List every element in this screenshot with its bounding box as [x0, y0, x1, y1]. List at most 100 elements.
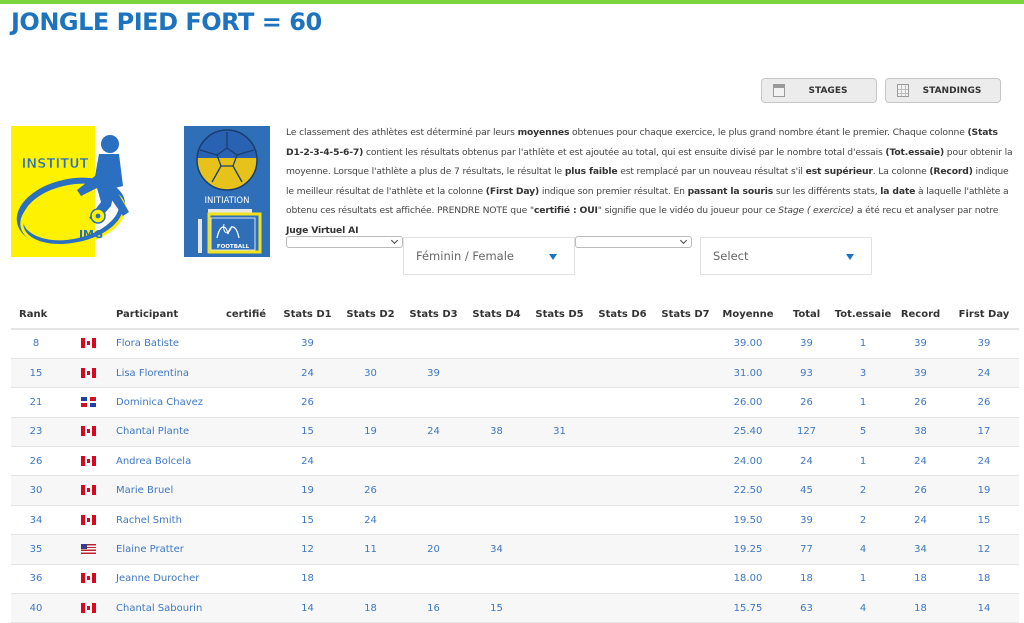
rank-cell[interactable]: 36 — [11, 564, 61, 595]
rank-cell[interactable]: 21 — [11, 387, 61, 418]
total-cell[interactable]: 127 — [779, 417, 834, 448]
stat-d3-cell[interactable]: 20 — [402, 534, 465, 565]
stat-d2-cell[interactable]: 11 — [339, 534, 402, 565]
tot-essaie-cell[interactable]: 4 — [834, 593, 892, 623]
stat-d4-cell[interactable]: 15 — [465, 593, 528, 623]
col-stats-d6[interactable]: Stats D6 — [591, 301, 654, 330]
col-total[interactable]: Total — [779, 301, 834, 330]
stat-d2-cell[interactable]: 19 — [339, 417, 402, 448]
participant-link[interactable]: Chantal Plante — [116, 417, 216, 448]
stat-d1-cell[interactable]: 24 — [276, 358, 339, 389]
col-stats-d5[interactable]: Stats D5 — [528, 301, 591, 330]
stat-d3-cell[interactable]: 16 — [402, 593, 465, 623]
stat-d1-cell[interactable]: 15 — [276, 417, 339, 448]
total-cell[interactable]: 39 — [779, 505, 834, 536]
total-cell[interactable]: 24 — [779, 446, 834, 477]
first-day-cell[interactable]: 17 — [949, 417, 1019, 448]
first-day-cell[interactable]: 18 — [949, 564, 1019, 595]
gender-select[interactable]: Féminin / Female — [403, 237, 575, 275]
stat-d1-cell[interactable]: 24 — [276, 446, 339, 477]
first-day-cell[interactable]: 14 — [949, 593, 1019, 623]
record-cell[interactable]: 26 — [892, 475, 949, 506]
record-cell[interactable]: 24 — [892, 505, 949, 536]
stat-d2-cell[interactable]: 18 — [339, 593, 402, 623]
tot-essaie-cell[interactable]: 1 — [834, 329, 892, 359]
col-stats-d4[interactable]: Stats D4 — [465, 301, 528, 330]
total-cell[interactable]: 93 — [779, 358, 834, 389]
stat-d1-cell[interactable]: 19 — [276, 475, 339, 506]
total-cell[interactable]: 26 — [779, 387, 834, 418]
stat-d1-cell[interactable]: 26 — [276, 387, 339, 418]
moyenne-cell[interactable]: 15.75 — [717, 593, 779, 623]
participant-link[interactable]: Flora Batiste — [116, 329, 216, 359]
standings-button[interactable]: STANDINGS — [885, 78, 1001, 103]
first-day-cell[interactable]: 26 — [949, 387, 1019, 418]
tot-essaie-cell[interactable]: 2 — [834, 475, 892, 506]
first-day-cell[interactable]: 12 — [949, 534, 1019, 565]
first-day-cell[interactable]: 24 — [949, 446, 1019, 477]
stat-d1-cell[interactable]: 15 — [276, 505, 339, 536]
stat-d3-cell[interactable]: 39 — [402, 358, 465, 389]
total-cell[interactable]: 45 — [779, 475, 834, 506]
rank-cell[interactable]: 26 — [11, 446, 61, 477]
moyenne-cell[interactable]: 19.50 — [717, 505, 779, 536]
record-cell[interactable]: 18 — [892, 564, 949, 595]
rank-cell[interactable]: 35 — [11, 534, 61, 565]
record-cell[interactable]: 34 — [892, 534, 949, 565]
participant-link[interactable]: Elaine Pratter — [116, 534, 216, 565]
moyenne-cell[interactable]: 24.00 — [717, 446, 779, 477]
rank-cell[interactable]: 8 — [11, 329, 61, 359]
stat-d3-cell[interactable]: 24 — [402, 417, 465, 448]
stat-d1-cell[interactable]: 12 — [276, 534, 339, 565]
rank-cell[interactable]: 40 — [11, 593, 61, 623]
tot-essaie-cell[interactable]: 3 — [834, 358, 892, 389]
moyenne-cell[interactable]: 18.00 — [717, 564, 779, 595]
col-first-day[interactable]: First Day — [949, 301, 1019, 330]
moyenne-cell[interactable]: 19.25 — [717, 534, 779, 565]
moyenne-cell[interactable]: 39.00 — [717, 329, 779, 359]
tot-essaie-cell[interactable]: 4 — [834, 534, 892, 565]
participant-link[interactable]: Chantal Sabourin — [116, 593, 216, 623]
col-participant[interactable]: Participant — [116, 301, 216, 330]
total-cell[interactable]: 63 — [779, 593, 834, 623]
col-stats-d3[interactable]: Stats D3 — [402, 301, 465, 330]
first-day-cell[interactable]: 39 — [949, 329, 1019, 359]
tot-essaie-cell[interactable]: 1 — [834, 564, 892, 595]
stat-d4-cell[interactable]: 34 — [465, 534, 528, 565]
tot-essaie-cell[interactable]: 1 — [834, 446, 892, 477]
stat-d1-cell[interactable]: 39 — [276, 329, 339, 359]
filter-select-1[interactable] — [286, 236, 403, 248]
tot-essaie-cell[interactable]: 1 — [834, 387, 892, 418]
moyenne-cell[interactable]: 31.00 — [717, 358, 779, 389]
total-cell[interactable]: 39 — [779, 329, 834, 359]
stages-button[interactable]: STAGES — [761, 78, 877, 103]
tot-essaie-cell[interactable]: 5 — [834, 417, 892, 448]
moyenne-cell[interactable]: 25.40 — [717, 417, 779, 448]
participant-link[interactable]: Jeanne Durocher — [116, 564, 216, 595]
total-cell[interactable]: 77 — [779, 534, 834, 565]
stat-d2-cell[interactable]: 30 — [339, 358, 402, 389]
col-stats-d7[interactable]: Stats D7 — [654, 301, 717, 330]
category-select[interactable]: Select — [700, 237, 872, 275]
filter-select-2[interactable] — [575, 236, 692, 248]
record-cell[interactable]: 24 — [892, 446, 949, 477]
record-cell[interactable]: 39 — [892, 329, 949, 359]
tot-essaie-cell[interactable]: 2 — [834, 505, 892, 536]
participant-link[interactable]: Dominica Chavez — [116, 387, 216, 418]
total-cell[interactable]: 18 — [779, 564, 834, 595]
rank-cell[interactable]: 15 — [11, 358, 61, 389]
stat-d5-cell[interactable]: 31 — [528, 417, 591, 448]
moyenne-cell[interactable]: 26.00 — [717, 387, 779, 418]
first-day-cell[interactable]: 24 — [949, 358, 1019, 389]
rank-cell[interactable]: 30 — [11, 475, 61, 506]
stat-d1-cell[interactable]: 18 — [276, 564, 339, 595]
rank-cell[interactable]: 34 — [11, 505, 61, 536]
stat-d4-cell[interactable]: 38 — [465, 417, 528, 448]
participant-link[interactable]: Lisa Florentina — [116, 358, 216, 389]
col-stats-d1[interactable]: Stats D1 — [276, 301, 339, 330]
record-cell[interactable]: 18 — [892, 593, 949, 623]
record-cell[interactable]: 39 — [892, 358, 949, 389]
record-cell[interactable]: 26 — [892, 387, 949, 418]
participant-link[interactable]: Marie Bruel — [116, 475, 216, 506]
stat-d2-cell[interactable]: 26 — [339, 475, 402, 506]
